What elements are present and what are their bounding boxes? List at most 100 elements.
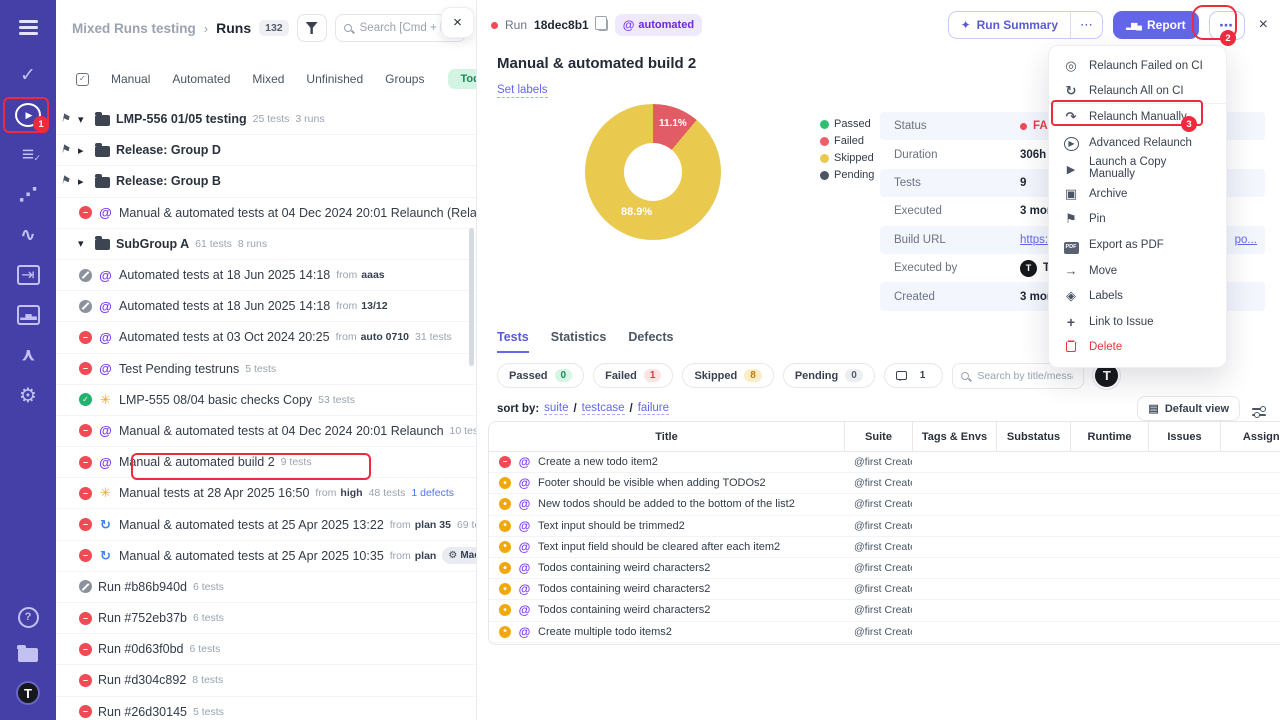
run-list-item[interactable]: Manual & automated tests at 25 Apr 2025 …	[56, 509, 476, 540]
run-list-item[interactable]: Run #26d30145 5 tests	[56, 697, 476, 720]
sidebar-nav-icon[interactable]	[0, 295, 56, 335]
detail-value-overflow[interactable]: po...	[1235, 234, 1257, 246]
sidebar-nav-icon[interactable]	[0, 335, 56, 375]
test-suite-cell[interactable]: @first Create ...	[844, 498, 912, 510]
test-title[interactable]: Todos containing weird characters2	[538, 562, 710, 574]
table-row[interactable]: Todos containing weird characters2 @firs…	[489, 558, 1280, 579]
table-row[interactable]: Text input should be trimmed2 @first Cre…	[489, 516, 1280, 537]
test-suite-cell[interactable]: @first Create ...	[844, 477, 912, 489]
workspace-avatar[interactable]: T	[16, 681, 40, 705]
menu-item[interactable]: Relaunch All on CI	[1049, 79, 1226, 105]
menu-icon[interactable]	[19, 20, 38, 23]
table-row[interactable]: Create a new todo item2 @first Create ..…	[489, 452, 1280, 473]
test-suite-cell[interactable]: @first Create ...	[844, 626, 912, 638]
table-row[interactable]: Todos containing weird characters2 @firs…	[489, 579, 1280, 600]
sidebar-nav-icon[interactable]	[0, 55, 56, 95]
test-title[interactable]: Footer should be visible when adding TOD…	[538, 477, 766, 489]
close-run-button[interactable]: ×	[1257, 16, 1270, 34]
sort-by-suite[interactable]: suite	[544, 402, 568, 415]
status-filter-chip[interactable]: Failed 1	[593, 363, 673, 388]
run-list-item[interactable]: Run #d304c892 8 tests	[56, 665, 476, 696]
projects-icon[interactable]	[0, 636, 56, 674]
panel-close-button[interactable]: ×	[441, 7, 474, 38]
run-summary-button[interactable]: Run Summary ⋯	[948, 11, 1103, 39]
sidebar-nav-icon[interactable]	[0, 175, 56, 215]
runs-filter-tab[interactable]: Groups	[385, 72, 424, 86]
table-column-header[interactable]: Runtime	[1070, 422, 1148, 451]
run-list-item[interactable]: Run #b86b940d 6 tests	[56, 572, 476, 603]
filter-button[interactable]	[297, 14, 327, 42]
chevron-icon[interactable]	[78, 113, 89, 126]
run-list-item[interactable]: LMP-556 01/05 testing 25 tests 3 runs	[56, 104, 476, 135]
menu-item[interactable]: Move	[1049, 258, 1226, 284]
table-row[interactable]: New todos should be added to the bottom …	[489, 494, 1280, 515]
table-row[interactable]: Create multiple todo items2 @first Creat…	[489, 622, 1280, 643]
sidebar-nav-icon[interactable]	[0, 95, 56, 135]
sort-by-failure[interactable]: failure	[638, 402, 669, 415]
run-list-item[interactable]: Manual & automated tests at 04 Dec 2024 …	[56, 416, 476, 447]
legend-item[interactable]: Failed	[820, 135, 874, 147]
runs-filter-tab-today[interactable]: Today	[448, 69, 477, 89]
test-title[interactable]: Create a new todo item2	[538, 456, 658, 468]
run-tab[interactable]: Tests	[497, 330, 529, 353]
test-suite-cell[interactable]: @first Create ...	[844, 562, 912, 574]
test-suite-cell[interactable]: @first Create ...	[844, 604, 912, 616]
run-list-item[interactable]: Run #0d63f0bd 6 tests	[56, 634, 476, 665]
sidebar-nav-icon[interactable]	[0, 215, 56, 255]
menu-item[interactable]: Link to Issue	[1049, 309, 1226, 335]
run-list-item[interactable]: Automated tests at 18 Jun 2025 14:18 fro…	[56, 291, 476, 322]
menu-item[interactable]: Pin	[1049, 207, 1226, 233]
table-row[interactable]: Text input field should be cleared after…	[489, 537, 1280, 558]
set-labels-link[interactable]: Set labels	[497, 84, 548, 98]
menu-item[interactable]: Launch a Copy Manually	[1049, 155, 1226, 181]
test-title[interactable]: Text input should be trimmed2	[538, 520, 685, 532]
run-summary-more-button[interactable]: ⋯	[1070, 12, 1102, 38]
table-column-header[interactable]: Assigned To	[1220, 422, 1280, 451]
run-list-item[interactable]: Manual & automated build 2 9 tests	[56, 447, 476, 478]
run-list-item[interactable]: SubGroup A 61 tests 8 runs	[56, 229, 476, 260]
sort-by-testcase[interactable]: testcase	[582, 402, 625, 415]
test-title[interactable]: Create multiple todo items2	[538, 626, 672, 638]
test-title[interactable]: New todos should be added to the bottom …	[538, 498, 795, 510]
menu-item[interactable]: Export as PDF	[1049, 232, 1226, 258]
tests-search-input[interactable]	[975, 369, 1075, 383]
test-suite-cell[interactable]: @first Create ...	[844, 583, 912, 595]
table-column-header[interactable]: Substatus	[996, 422, 1070, 451]
table-column-header[interactable]: Title	[489, 422, 844, 451]
run-list-item[interactable]: Release: Group D	[56, 135, 476, 166]
table-column-header[interactable]: Suite	[844, 422, 912, 451]
menu-item[interactable]: Labels	[1049, 283, 1226, 309]
chevron-icon[interactable]	[78, 237, 89, 250]
run-list-item[interactable]: Test Pending testruns 5 tests	[56, 354, 476, 385]
runs-filter-tab[interactable]: Manual	[111, 72, 150, 86]
runs-filter-tab[interactable]: Unfinished	[306, 72, 363, 86]
breadcrumb-project[interactable]: Mixed Runs testing	[72, 21, 196, 36]
menu-item[interactable]: Relaunch Failed on CI	[1049, 53, 1226, 79]
chevron-icon[interactable]	[78, 175, 89, 188]
run-tab[interactable]: Defects	[628, 330, 673, 353]
run-list-item[interactable]: Automated tests at 03 Oct 2024 20:25 fro…	[56, 322, 476, 353]
status-filter-chip[interactable]: Skipped 8	[682, 363, 773, 388]
menu-item[interactable]: Relaunch Manually	[1049, 104, 1226, 130]
run-list-item[interactable]: Release: Group B	[56, 166, 476, 197]
run-defects-count[interactable]: 1 defects	[411, 487, 454, 499]
sidebar-nav-icon[interactable]	[0, 255, 56, 295]
table-settings-icon[interactable]	[1252, 408, 1266, 410]
legend-item[interactable]: Passed	[820, 118, 874, 130]
chevron-icon[interactable]	[78, 144, 89, 157]
table-row[interactable]: Todos containing weird characters2 @firs…	[489, 600, 1280, 621]
menu-item[interactable]: Delete	[1049, 335, 1226, 361]
status-filter-chip[interactable]: Passed 0	[497, 363, 584, 388]
run-list-item[interactable]: Automated tests at 18 Jun 2025 14:18 fro…	[56, 260, 476, 291]
table-column-header[interactable]: Issues	[1148, 422, 1220, 451]
runs-filter-tab[interactable]: Mixed	[252, 72, 284, 86]
scrollbar-thumb[interactable]	[469, 228, 474, 366]
copy-icon[interactable]	[598, 19, 608, 31]
menu-item[interactable]: Advanced Relaunch	[1049, 130, 1226, 156]
run-list-item[interactable]: Manual tests at 28 Apr 2025 16:50 from h…	[56, 478, 476, 509]
run-tab[interactable]: Statistics	[551, 330, 607, 353]
sidebar-nav-icon[interactable]	[0, 135, 56, 175]
table-row[interactable]: Footer should be visible when adding TOD…	[489, 473, 1280, 494]
default-view-button[interactable]: Default view	[1137, 396, 1240, 421]
test-suite-cell[interactable]: @first Create ...	[844, 541, 912, 553]
